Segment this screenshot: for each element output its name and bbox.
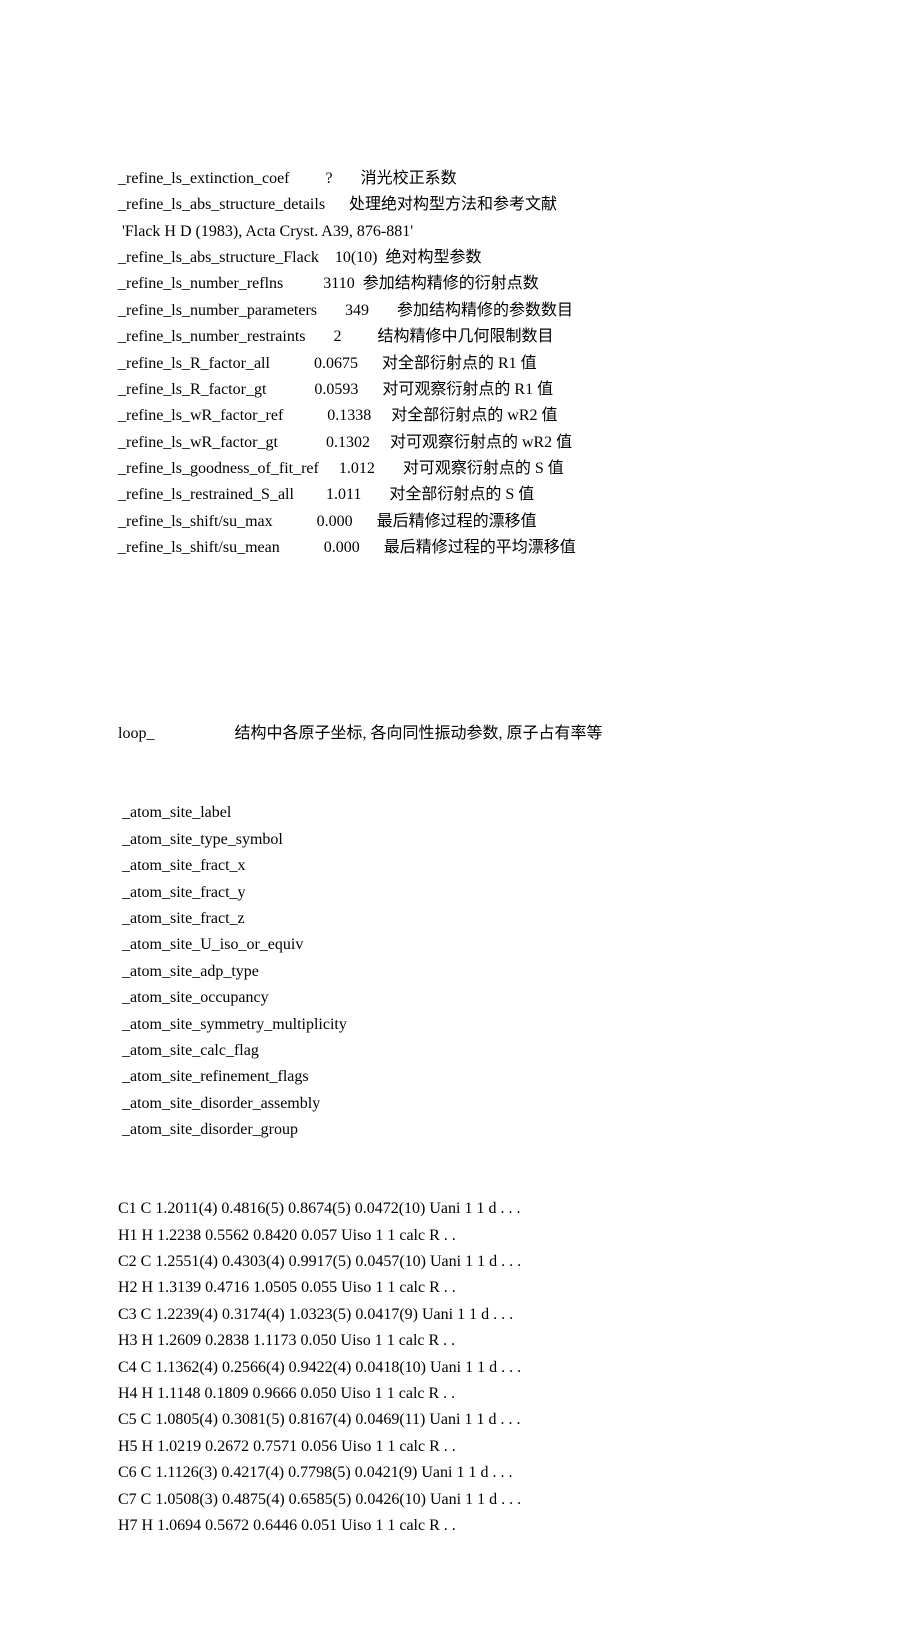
refine-param-line: _refine_ls_wR_factor_gt 0.1302 对可观察衍射点的 … [118, 430, 802, 456]
atom-site-field: _atom_site_label [118, 800, 802, 826]
refine-params-block: _refine_ls_extinction_coef ? 消光校正系数_refi… [118, 166, 802, 562]
atom-site-row: C2 C 1.2551(4) 0.4303(4) 0.9917(5) 0.045… [118, 1249, 802, 1275]
atom-site-field: _atom_site_symmetry_multiplicity [118, 1012, 802, 1038]
atom-site-row: C5 C 1.0805(4) 0.3081(5) 0.8167(4) 0.046… [118, 1407, 802, 1433]
refine-param-line: _refine_ls_number_restraints 2 结构精修中几何限制… [118, 324, 802, 350]
refine-param-line: _refine_ls_wR_factor_ref 0.1338 对全部衍射点的 … [118, 403, 802, 429]
atom-site-row: C4 C 1.1362(4) 0.2566(4) 0.9422(4) 0.041… [118, 1355, 802, 1381]
refine-param-line: _refine_ls_number_reflns 3110 参加结构精修的衍射点… [118, 271, 802, 297]
refine-param-line: _refine_ls_abs_structure_details 处理绝对构型方… [118, 192, 802, 218]
refine-param-line: 'Flack H D (1983), Acta Cryst. A39, 876-… [118, 219, 802, 245]
refine-param-line: _refine_ls_R_factor_all 0.0675 对全部衍射点的 R… [118, 351, 802, 377]
atom-site-row: H5 H 1.0219 0.2672 0.7571 0.056 Uiso 1 1… [118, 1434, 802, 1460]
atom-site-row: H7 H 1.0694 0.5672 0.6446 0.051 Uiso 1 1… [118, 1513, 802, 1539]
atom-site-field: _atom_site_calc_flag [118, 1038, 802, 1064]
document-page: _refine_ls_extinction_coef ? 消光校正系数_refi… [0, 0, 920, 1646]
atom-site-field: _atom_site_fract_y [118, 880, 802, 906]
atom-site-field: _atom_site_refinement_flags [118, 1064, 802, 1090]
loop-header: loop_ 结构中各原子坐标, 各向同性振动参数, 原子占有率等 [118, 721, 802, 747]
refine-param-line: _refine_ls_shift/su_max 0.000 最后精修过程的漂移值 [118, 509, 802, 535]
refine-param-line: _refine_ls_number_parameters 349 参加结构精修的… [118, 298, 802, 324]
atom-site-row: H1 H 1.2238 0.5562 0.8420 0.057 Uiso 1 1… [118, 1223, 802, 1249]
atom-site-field: _atom_site_fract_x [118, 853, 802, 879]
atom-site-row: C6 C 1.1126(3) 0.4217(4) 0.7798(5) 0.042… [118, 1460, 802, 1486]
atom-site-field: _atom_site_occupancy [118, 985, 802, 1011]
atom-site-field: _atom_site_disorder_assembly [118, 1091, 802, 1117]
atom-site-field: _atom_site_adp_type [118, 959, 802, 985]
atom-site-row: H3 H 1.2609 0.2838 1.1173 0.050 Uiso 1 1… [118, 1328, 802, 1354]
atom-site-field: _atom_site_type_symbol [118, 827, 802, 853]
refine-param-line: _refine_ls_restrained_S_all 1.011 对全部衍射点… [118, 482, 802, 508]
atom-site-row: C3 C 1.2239(4) 0.3174(4) 1.0323(5) 0.041… [118, 1302, 802, 1328]
refine-param-line: _refine_ls_goodness_of_fit_ref 1.012 对可观… [118, 456, 802, 482]
atom-site-field: _atom_site_fract_z [118, 906, 802, 932]
atom-site-fields: _atom_site_label _atom_site_type_symbol … [118, 800, 802, 1143]
refine-param-line: _refine_ls_abs_structure_Flack 10(10) 绝对… [118, 245, 802, 271]
atom-site-field: _atom_site_U_iso_or_equiv [118, 932, 802, 958]
atom-site-field: _atom_site_disorder_group [118, 1117, 802, 1143]
atom-site-row: C1 C 1.2011(4) 0.4816(5) 0.8674(5) 0.047… [118, 1196, 802, 1222]
atom-site-data: C1 C 1.2011(4) 0.4816(5) 0.8674(5) 0.047… [118, 1196, 802, 1539]
atom-site-row: H2 H 1.3139 0.4716 1.0505 0.055 Uiso 1 1… [118, 1275, 802, 1301]
refine-param-line: _refine_ls_extinction_coef ? 消光校正系数 [118, 166, 802, 192]
refine-param-line: _refine_ls_shift/su_mean 0.000 最后精修过程的平均… [118, 535, 802, 561]
atom-site-row: C7 C 1.0508(3) 0.4875(4) 0.6585(5) 0.042… [118, 1487, 802, 1513]
atom-site-row: H4 H 1.1148 0.1809 0.9666 0.050 Uiso 1 1… [118, 1381, 802, 1407]
refine-param-line: _refine_ls_R_factor_gt 0.0593 对可观察衍射点的 R… [118, 377, 802, 403]
